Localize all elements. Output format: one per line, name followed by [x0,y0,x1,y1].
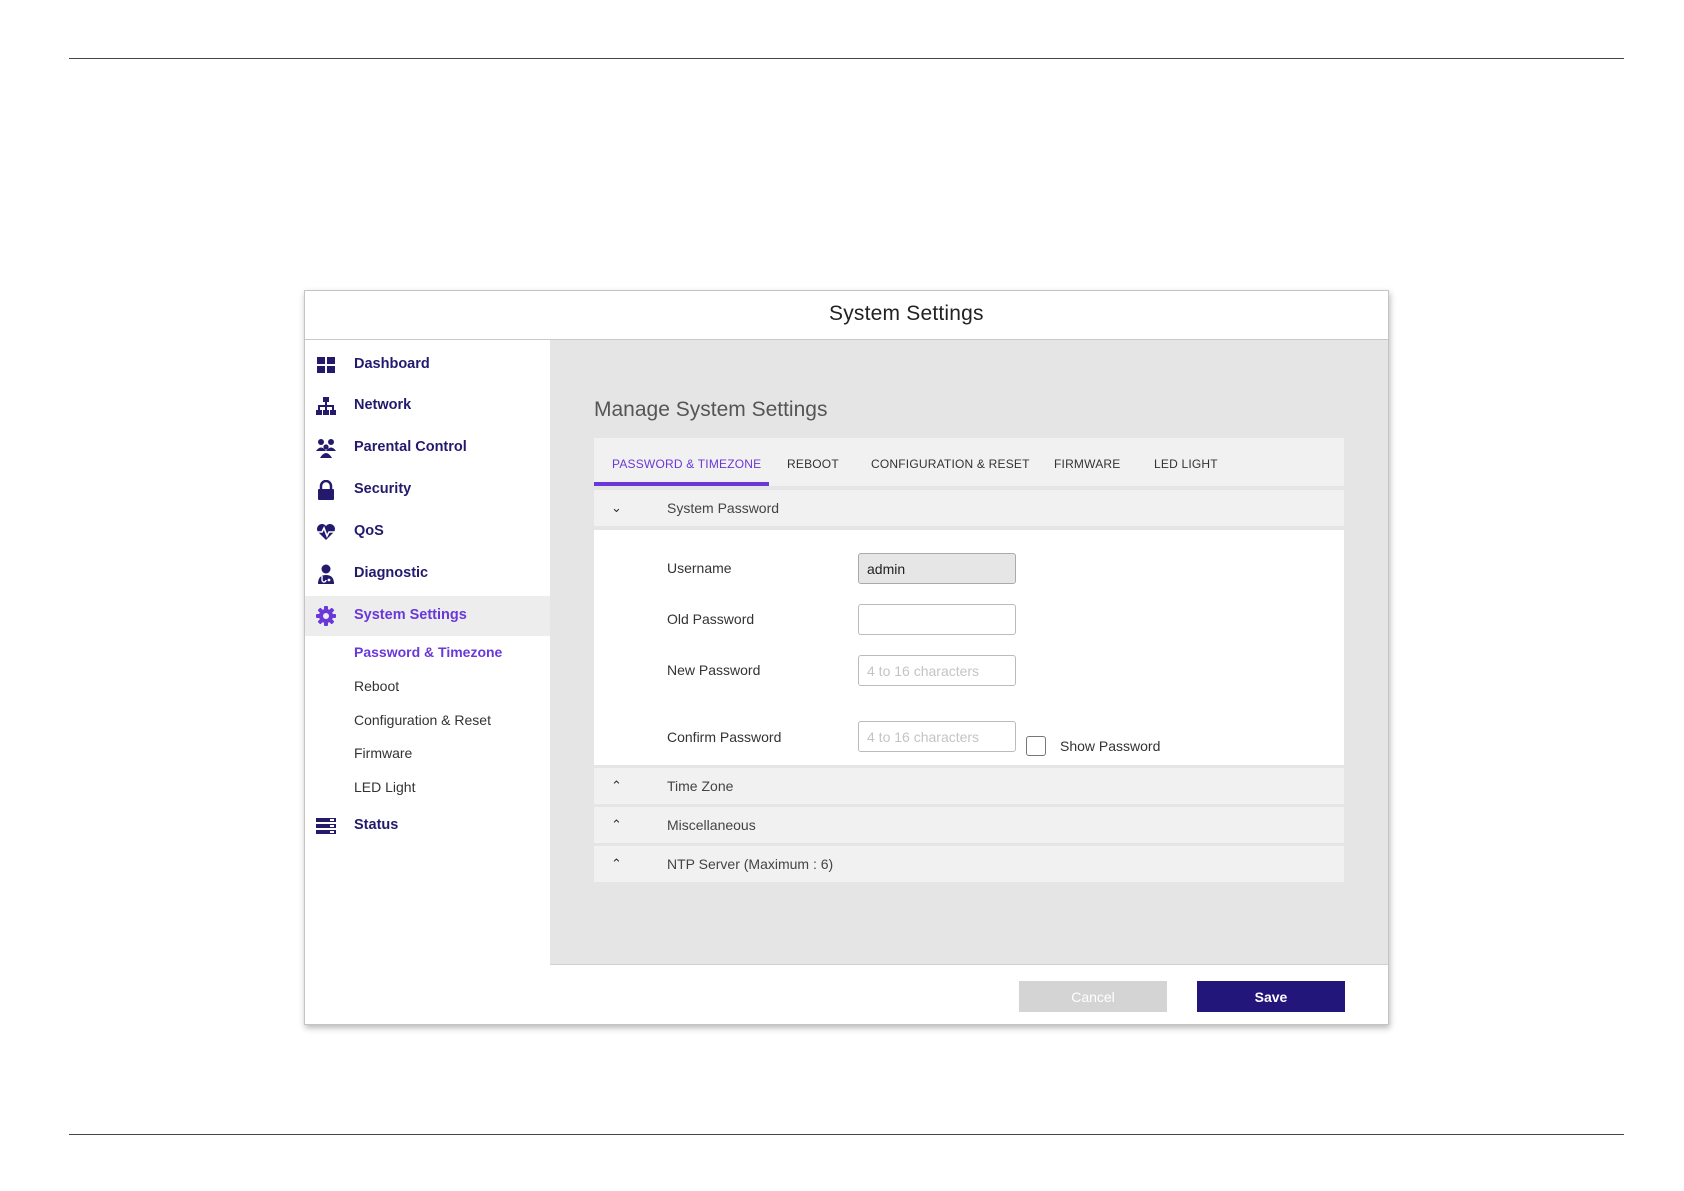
old-password-label: Old Password [667,611,755,627]
username-label: Username [667,560,732,576]
section-miscellaneous-header[interactable]: ⌃ Miscellaneous [594,807,1344,843]
confirm-password-label: Confirm Password [667,729,782,745]
tab-firmware[interactable]: FIRMWARE [1054,457,1120,471]
lock-icon [318,480,334,500]
section-label: System Password [667,500,780,516]
sidebar-item-network[interactable]: Network [305,386,550,426]
chevron-down-icon: ⌄ [611,500,622,515]
sidebar-subitem-reboot[interactable]: Reboot [354,678,399,694]
cancel-button[interactable]: Cancel [1019,981,1167,1012]
section-ntp-server-header[interactable]: ⌃ NTP Server (Maximum : 6) [594,846,1344,882]
tab-password-timezone[interactable]: PASSWORD & TIMEZONE [612,457,761,471]
sidebar-item-diagnostic[interactable]: Diagnostic [305,554,550,594]
sidebar-item-label: Dashboard [354,356,430,372]
sidebar-subitem-led-light[interactable]: LED Light [354,779,415,795]
section-label: Miscellaneous [667,817,756,833]
status-list-icon [316,818,336,834]
active-tab-indicator [594,482,769,486]
gear-icon [316,606,336,626]
confirm-password-field[interactable] [858,721,1016,752]
sidebar-subitem-password-timezone[interactable]: Password & Timezone [354,644,502,660]
heartbeat-icon [316,524,336,540]
save-button[interactable]: Save [1197,981,1345,1012]
network-tree-icon [316,397,336,415]
section-label: NTP Server (Maximum : 6) [667,856,834,872]
sidebar-item-label: Network [354,397,412,413]
section-time-zone-header[interactable]: ⌃ Time Zone [594,768,1344,804]
chevron-up-icon: ⌃ [611,778,622,793]
sidebar-subitem-firmware[interactable]: Firmware [354,745,412,761]
main-panel: Manage System Settings PASSWORD & TIMEZO… [550,340,1388,964]
page-title: Manage System Settings [594,398,828,421]
sidebar-item-system-settings[interactable]: System Settings [305,596,550,636]
sidebar-item-label: Parental Control [354,439,467,455]
sidebar-item-label: Security [354,481,412,497]
sidebar-item-qos[interactable]: QoS [305,512,550,552]
sidebar-item-parental-control[interactable]: Parental Control [305,428,550,468]
page-top-rule [69,58,1624,59]
sidebar-item-label: Status [354,817,399,833]
dashboard-grid-icon [317,357,335,373]
username-field[interactable] [858,553,1016,584]
section-label: Time Zone [667,778,734,794]
new-password-label: New Password [667,662,761,678]
sidebar-item-security[interactable]: Security [305,470,550,510]
sidebar-item-label: Diagnostic [354,565,429,581]
tab-reboot[interactable]: REBOOT [787,457,839,471]
tab-led-light[interactable]: LED LIGHT [1154,457,1218,471]
system-settings-window: System Settings Dashboard Network Parent… [304,290,1389,1025]
sidebar-item-label: QoS [354,523,384,539]
footer-bar: Cancel Save [550,964,1388,1025]
show-password-checkbox[interactable] [1026,736,1046,756]
window-title-bar: System Settings [305,291,1388,340]
sidebar-subitem-configuration-reset[interactable]: Configuration & Reset [354,712,491,728]
old-password-field[interactable] [858,604,1016,635]
family-icon [316,439,336,458]
doctor-icon [318,564,334,584]
system-password-form: Username Old Password New Password Confi… [594,530,1344,765]
new-password-field[interactable] [858,655,1016,686]
show-password-label: Show Password [1060,738,1161,754]
tab-bar: PASSWORD & TIMEZONE REBOOT CONFIGURATION… [594,438,1344,486]
tab-configuration-reset[interactable]: CONFIGURATION & RESET [871,457,1030,471]
sidebar-item-label: System Settings [354,607,467,623]
page-bottom-rule [69,1134,1624,1135]
chevron-up-icon: ⌃ [611,856,622,871]
section-system-password-header[interactable]: ⌄ System Password [594,490,1344,526]
sidebar-item-dashboard[interactable]: Dashboard [305,345,550,385]
sidebar: Dashboard Network Parental Control Secur… [305,340,550,1024]
window-title: System Settings [829,302,984,325]
sidebar-item-status[interactable]: Status [305,806,550,846]
chevron-up-icon: ⌃ [611,817,622,832]
